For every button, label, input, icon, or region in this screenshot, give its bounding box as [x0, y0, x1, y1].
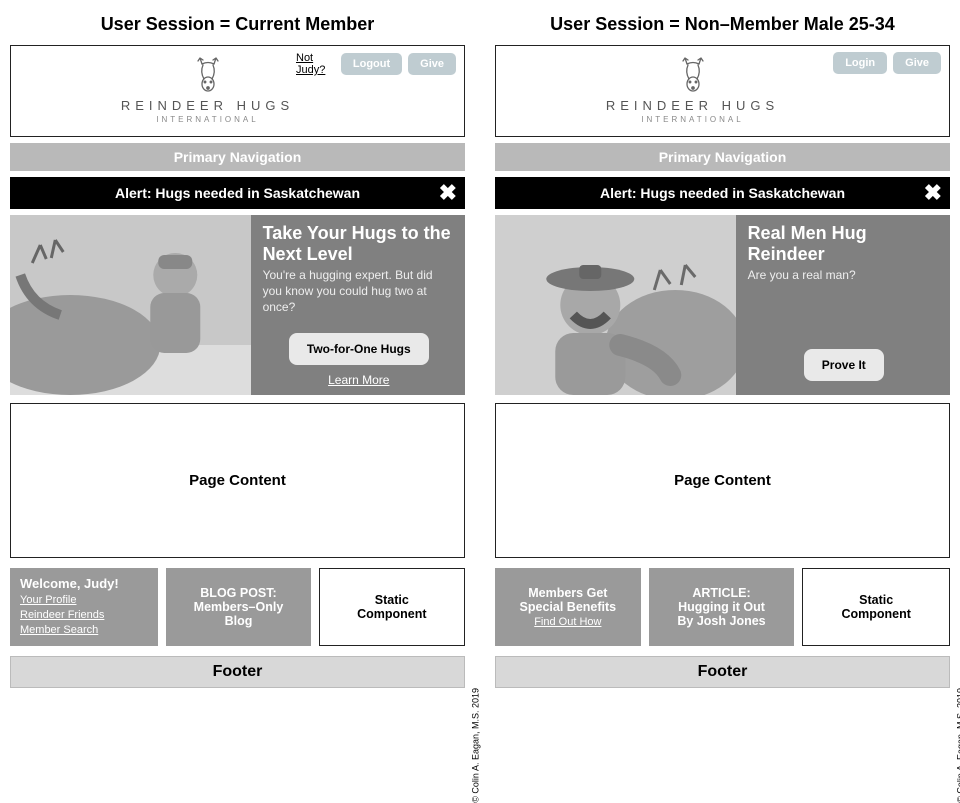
hero-title: Real Men Hug Reindeer [748, 223, 940, 264]
primary-nav[interactable]: Primary Navigation [10, 143, 465, 171]
not-user-link[interactable]: Not Judy? [296, 52, 333, 76]
friends-link[interactable]: Reindeer Friends [20, 608, 104, 623]
hero: Real Men Hug Reindeer Are you a real man… [495, 215, 950, 395]
login-button[interactable]: Login [833, 52, 887, 74]
find-out-link[interactable]: Find Out How [534, 616, 601, 628]
header: REINDEER HUGS INTERNATIONAL Not Judy? Lo… [10, 45, 465, 137]
brand-name: REINDEER HUGS [121, 98, 294, 113]
hero-body: You're a hugging expert. But did you kno… [263, 268, 455, 315]
primary-nav[interactable]: Primary Navigation [495, 143, 950, 171]
learn-more-link[interactable]: Learn More [328, 373, 389, 387]
session-title: User Session = Current Member [10, 14, 465, 35]
brand-logo: REINDEER HUGS INTERNATIONAL [119, 52, 296, 124]
hero-title: Take Your Hugs to the Next Level [263, 223, 455, 264]
close-icon[interactable]: ✖ [924, 182, 942, 204]
footer: Footer [495, 656, 950, 688]
reindeer-icon [673, 54, 713, 94]
hero-text: Real Men Hug Reindeer Are you a real man… [736, 215, 950, 395]
brand-sub: INTERNATIONAL [156, 115, 258, 124]
hero-cta-button[interactable]: Two-for-One Hugs [289, 333, 429, 365]
static-card: Static Component [319, 568, 465, 646]
hero: Take Your Hugs to the Next Level You're … [10, 215, 465, 395]
column-nonmember: User Session = Non–Member Male 25-34 REI… [495, 10, 950, 688]
brand-name: REINDEER HUGS [606, 98, 779, 113]
hero-body: Are you a real man? [748, 268, 940, 284]
hero-cta-button[interactable]: Prove It [804, 349, 884, 381]
footer: Footer [10, 656, 465, 688]
cards-row: Members Get Special Benefits Find Out Ho… [495, 568, 950, 646]
alert-bar: Alert: Hugs needed in Saskatchewan ✖ [495, 177, 950, 209]
cards-row: Welcome, Judy! Your Profile Reindeer Fri… [10, 568, 465, 646]
static-card: Static Component [802, 568, 950, 646]
profile-link[interactable]: Your Profile [20, 593, 104, 608]
members-card: Members Get Special Benefits Find Out Ho… [495, 568, 641, 646]
blog-card[interactable]: BLOG POST: Members–Only Blog [166, 568, 310, 646]
welcome-card: Welcome, Judy! Your Profile Reindeer Fri… [10, 568, 158, 646]
header: REINDEER HUGS INTERNATIONAL Login Give [495, 45, 950, 137]
logout-button[interactable]: Logout [341, 53, 402, 75]
hero-image [10, 215, 251, 395]
alert-text: Alert: Hugs needed in Saskatchewan [600, 185, 845, 201]
welcome-title: Welcome, Judy! [20, 576, 119, 591]
give-button[interactable]: Give [893, 52, 941, 74]
session-title: User Session = Non–Member Male 25-34 [495, 14, 950, 35]
hero-text: Take Your Hugs to the Next Level You're … [251, 215, 465, 395]
alert-bar: Alert: Hugs needed in Saskatchewan ✖ [10, 177, 465, 209]
alert-text: Alert: Hugs needed in Saskatchewan [115, 185, 360, 201]
page-content: Page Content [495, 403, 950, 558]
brand-sub: INTERNATIONAL [641, 115, 743, 124]
search-link[interactable]: Member Search [20, 623, 104, 638]
brand-logo: REINDEER HUGS INTERNATIONAL [604, 52, 781, 124]
column-member: User Session = Current Member REINDEER H… [10, 10, 465, 688]
close-icon[interactable]: ✖ [439, 182, 457, 204]
article-card[interactable]: ARTICLE: Hugging it Out By Josh Jones [649, 568, 795, 646]
copyright: © Colin A. Eagan, M.S. 2019 [471, 688, 481, 803]
copyright: © Colin A. Eagan, M.S. 2019 [956, 688, 960, 803]
page-content: Page Content [10, 403, 465, 558]
give-button[interactable]: Give [408, 53, 456, 75]
hero-image [495, 215, 736, 395]
reindeer-icon [188, 54, 228, 94]
